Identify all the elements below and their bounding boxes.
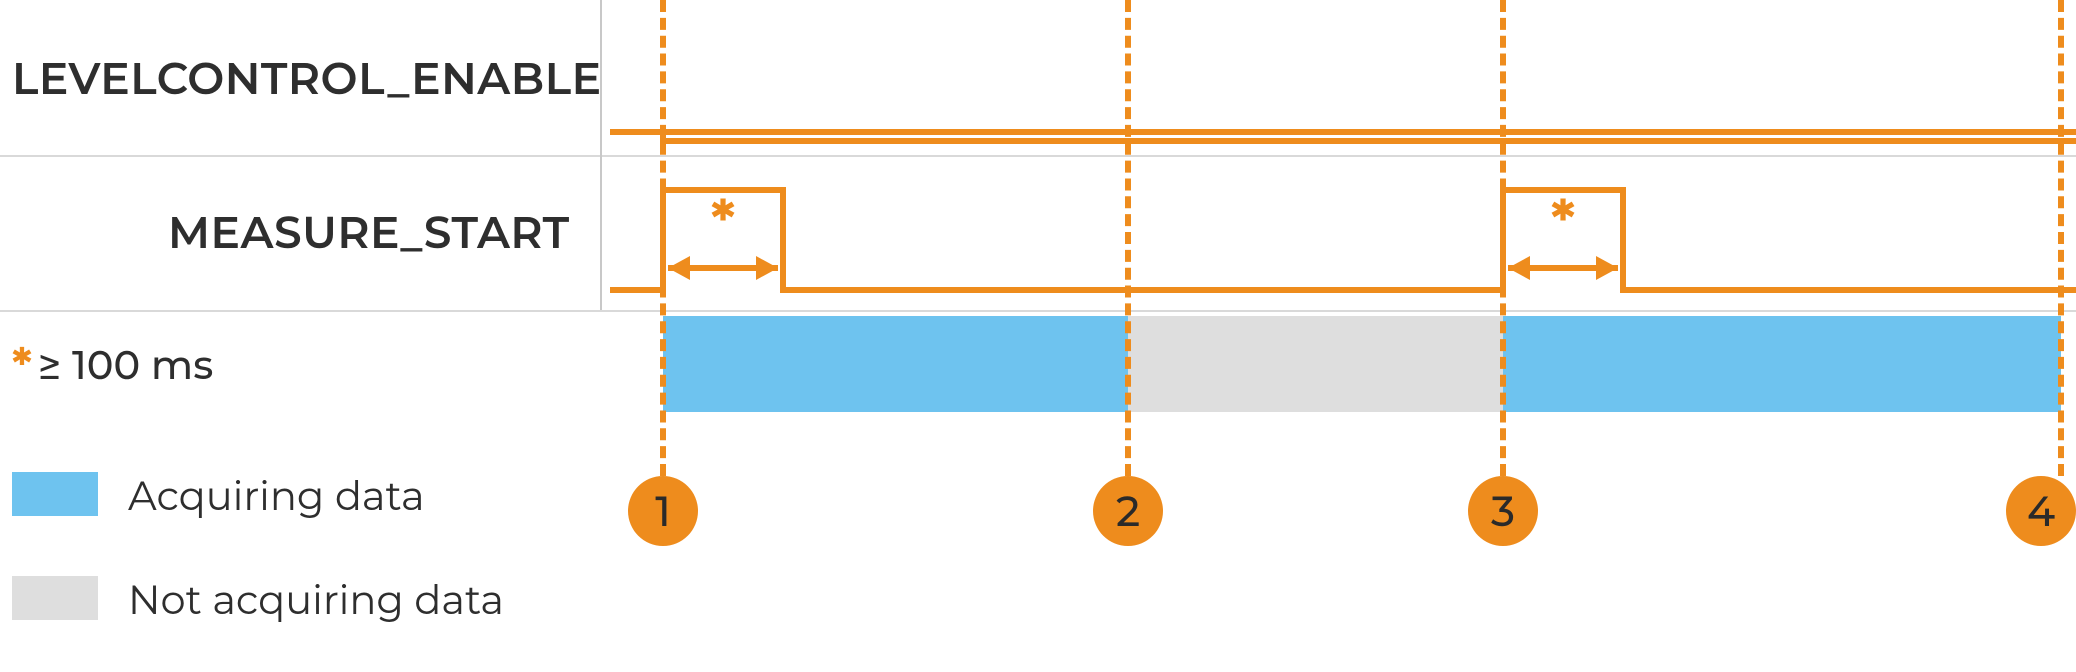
asterisk-icon: * <box>12 336 32 393</box>
event-marker-4: 4 <box>2006 476 2076 546</box>
label-column-divider <box>600 0 602 310</box>
legend-swatch-not-acquiring <box>12 576 98 620</box>
asterisk-icon: * <box>1551 187 1575 255</box>
signal-label-measure-start: MEASURE_START <box>168 206 570 260</box>
event-marker-line <box>1125 0 1131 476</box>
event-marker-1: 1 <box>628 476 698 546</box>
legend-swatch-acquiring <box>12 472 98 516</box>
pulse-width-arrow <box>668 256 778 280</box>
footnote-pulse-duration: *≥ 100 ms <box>12 336 213 393</box>
row-divider <box>0 155 2076 157</box>
signal-label-levelcontrol-enable: LEVELCONTROL_ENABLE <box>12 52 602 106</box>
waveform-levelcontrol-enable <box>610 132 2076 141</box>
asterisk-icon: * <box>711 187 735 255</box>
waveform-measure-start <box>610 190 2076 290</box>
not-acquiring-bar <box>1128 316 1503 412</box>
event-marker-3: 3 <box>1468 476 1538 546</box>
event-marker-2: 2 <box>1093 476 1163 546</box>
acquiring-bar <box>1503 316 2061 412</box>
event-marker-line <box>2058 0 2064 476</box>
timing-diagram: LEVELCONTROL_ENABLE MEASURE_START *≥ 100… <box>0 0 2076 672</box>
legend-label-acquiring: Acquiring data <box>128 472 425 521</box>
acquiring-bar <box>663 316 1128 412</box>
pulse-width-arrow <box>1508 256 1618 280</box>
legend-label-not-acquiring: Not acquiring data <box>128 576 504 625</box>
footnote-text: ≥ 100 ms <box>38 341 213 390</box>
event-marker-line <box>660 0 666 476</box>
event-marker-line <box>1500 0 1506 476</box>
row-divider <box>0 310 2076 312</box>
